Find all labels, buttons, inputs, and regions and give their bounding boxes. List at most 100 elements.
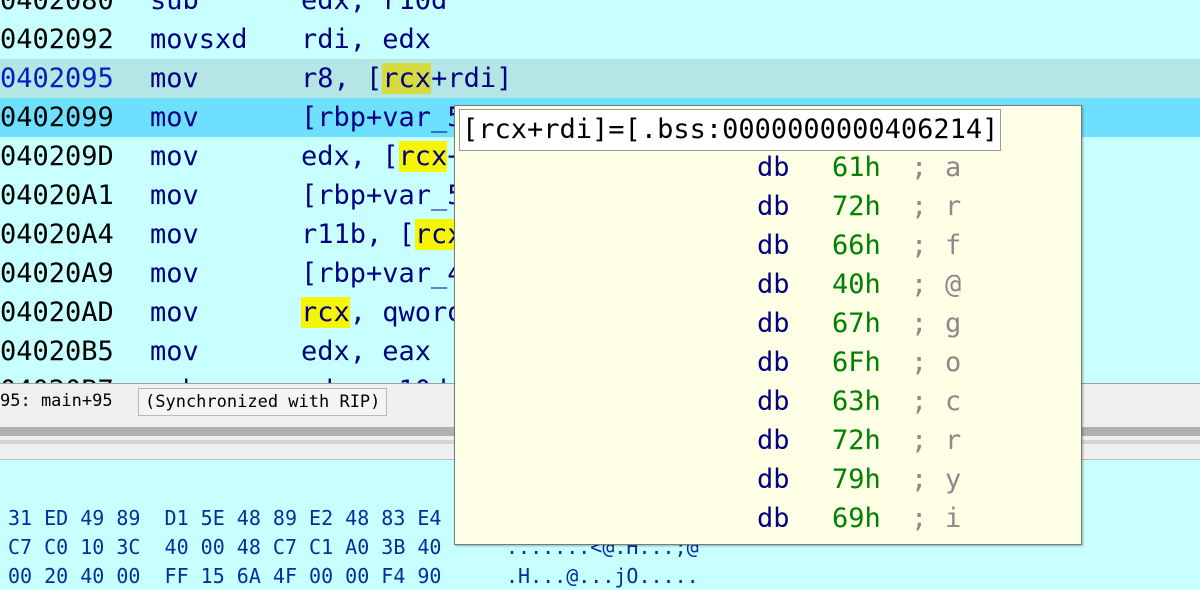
char-comment: o xyxy=(945,347,962,378)
comment-separator: ; xyxy=(911,425,928,456)
tooltip-data-row: db 61h; a xyxy=(455,148,1081,187)
instruction-address[interactable]: 04020A1 xyxy=(0,176,114,215)
char-comment: y xyxy=(945,464,962,495)
db-directive: db xyxy=(757,464,790,495)
instruction-operands[interactable]: edx, eax xyxy=(301,332,431,371)
hex-ascii[interactable]: .H...@...jO..... xyxy=(506,562,699,590)
byte-value: 69h xyxy=(832,503,881,534)
instruction-mnemonic[interactable]: mov xyxy=(150,59,199,98)
disasm-line[interactable]: 0402080 sub edx, r10d xyxy=(0,0,1200,20)
db-directive: db xyxy=(757,230,790,261)
comment-separator: ; xyxy=(911,269,928,300)
instruction-address[interactable]: 0402095 xyxy=(0,59,114,98)
hex-row[interactable]: C7 C0 10 3C 40 00 48 C7 C1 A0 3B 40.....… xyxy=(8,533,699,561)
instruction-mnemonic[interactable]: mov xyxy=(150,332,199,371)
instruction-address[interactable]: 04020B5 xyxy=(0,332,114,371)
byte-value: 61h xyxy=(832,152,881,183)
tooltip-data-row: db 72h; r xyxy=(455,421,1081,460)
instruction-address[interactable]: 0402092 xyxy=(0,20,114,59)
char-comment: r xyxy=(945,425,962,456)
comment-separator: ; xyxy=(911,347,928,378)
status-position: 95: main+95 xyxy=(0,391,113,411)
instruction-address[interactable]: 0402080 xyxy=(0,0,114,20)
byte-value: 40h xyxy=(832,269,881,300)
byte-value: 67h xyxy=(832,308,881,339)
operand-text[interactable]: rdi, edx xyxy=(301,24,431,55)
tooltip-data-row: db 63h; c xyxy=(455,382,1081,421)
byte-value: 6Fh xyxy=(832,347,881,378)
operand-text[interactable]: r11b, [ xyxy=(301,219,415,250)
operand-text[interactable]: edx, r10d xyxy=(301,0,447,16)
db-directive: db xyxy=(757,152,790,183)
comment-separator: ; xyxy=(911,503,928,534)
db-directive: db xyxy=(757,425,790,456)
instruction-mnemonic[interactable]: sub xyxy=(150,371,199,383)
hex-bytes[interactable]: 00 20 40 00 FF 15 6A 4F 00 00 F4 90 xyxy=(8,564,441,588)
instruction-address[interactable]: 04020A4 xyxy=(0,215,114,254)
tooltip-data-row: db 72h; r xyxy=(455,187,1081,226)
instruction-mnemonic[interactable]: mov xyxy=(150,98,199,137)
db-directive: db xyxy=(757,191,790,222)
hex-bytes[interactable]: C7 C0 10 3C 40 00 48 C7 C1 A0 3B 40 xyxy=(8,535,441,559)
byte-value: 72h xyxy=(832,425,881,456)
highlighted-register[interactable]: rcx xyxy=(382,63,432,94)
highlighted-register[interactable]: rcx xyxy=(398,141,448,172)
db-directive: db xyxy=(757,347,790,378)
char-comment: i xyxy=(945,503,962,534)
instruction-mnemonic[interactable]: mov xyxy=(150,215,199,254)
comment-separator: ; xyxy=(911,464,928,495)
instruction-address[interactable]: 04020A9 xyxy=(0,254,114,293)
disasm-line[interactable]: 0402092 movsxd rdi, edx xyxy=(0,20,1200,59)
tooltip-data-row: db 69h; i xyxy=(455,499,1081,538)
instruction-mnemonic[interactable]: mov xyxy=(150,293,199,332)
instruction-operands[interactable]: edx, r10d xyxy=(301,0,447,20)
instruction-operands[interactable]: r8, [rcx+rdi] xyxy=(301,59,512,98)
db-directive: db xyxy=(757,269,790,300)
operand-text[interactable]: edx, [ xyxy=(301,141,399,172)
char-comment: f xyxy=(945,230,962,261)
instruction-mnemonic[interactable]: sub xyxy=(150,0,199,20)
char-comment: @ xyxy=(945,269,962,300)
sync-status-badge[interactable]: (Synchronized with RIP) xyxy=(138,388,388,416)
char-comment: c xyxy=(945,386,962,417)
char-comment: a xyxy=(945,152,962,183)
comment-separator: ; xyxy=(911,230,928,261)
tooltip-data-row: db 67h; g xyxy=(455,304,1081,343)
byte-value: 72h xyxy=(832,191,881,222)
db-directive: db xyxy=(757,386,790,417)
instruction-address[interactable]: 04020B7 xyxy=(0,371,114,383)
comment-separator: ; xyxy=(911,386,928,417)
instruction-address[interactable]: 04020AD xyxy=(0,293,114,332)
hex-row[interactable]: 00 20 40 00 FF 15 6A 4F 00 00 F4 90 .H...… xyxy=(8,562,699,590)
byte-value: 66h xyxy=(832,230,881,261)
tooltip-data-row: db 66h; f xyxy=(455,226,1081,265)
operand-text[interactable]: edx, r10d xyxy=(301,375,447,383)
instruction-mnemonic[interactable]: mov xyxy=(150,254,199,293)
comment-separator: ; xyxy=(911,191,928,222)
instruction-operands[interactable]: edx, r10d xyxy=(301,371,447,383)
comment-separator: ; xyxy=(911,308,928,339)
tooltip-data-row: db 6Fh; o xyxy=(455,343,1081,382)
db-directive: db xyxy=(757,308,790,339)
disasm-line[interactable]: 0402095 mov r8, [rcx+rdi] xyxy=(0,59,1200,98)
instruction-mnemonic[interactable]: mov xyxy=(150,137,199,176)
operand-text[interactable]: r8, [ xyxy=(301,63,382,94)
tooltip-header: [rcx+rdi]=[.bss:0000000000406214] xyxy=(459,109,1002,151)
db-directive: db xyxy=(757,503,790,534)
hex-row[interactable]: 31 ED 49 89 D1 5E 48 89 E2 48 83 E41.I..… xyxy=(8,504,651,532)
highlighted-register[interactable]: rcx xyxy=(301,297,350,328)
operand-text[interactable]: +rdi] xyxy=(431,63,512,94)
byte-value: 79h xyxy=(832,464,881,495)
operand-text[interactable]: edx, eax xyxy=(301,336,431,367)
instruction-mnemonic[interactable]: mov xyxy=(150,176,199,215)
char-comment: r xyxy=(945,191,962,222)
instruction-mnemonic[interactable]: movsxd xyxy=(150,20,248,59)
char-comment: g xyxy=(945,308,962,339)
operand-hint-tooltip: [rcx+rdi]=[.bss:0000000000406214] db 61h;… xyxy=(454,105,1082,545)
instruction-operands[interactable]: rdi, edx xyxy=(301,20,431,59)
tooltip-data-row: db 40h; @ xyxy=(455,265,1081,304)
hex-bytes[interactable]: 31 ED 49 89 D1 5E 48 89 E2 48 83 E4 xyxy=(8,506,441,530)
instruction-address[interactable]: 040209D xyxy=(0,137,114,176)
instruction-address[interactable]: 0402099 xyxy=(0,98,114,137)
comment-separator: ; xyxy=(911,152,928,183)
